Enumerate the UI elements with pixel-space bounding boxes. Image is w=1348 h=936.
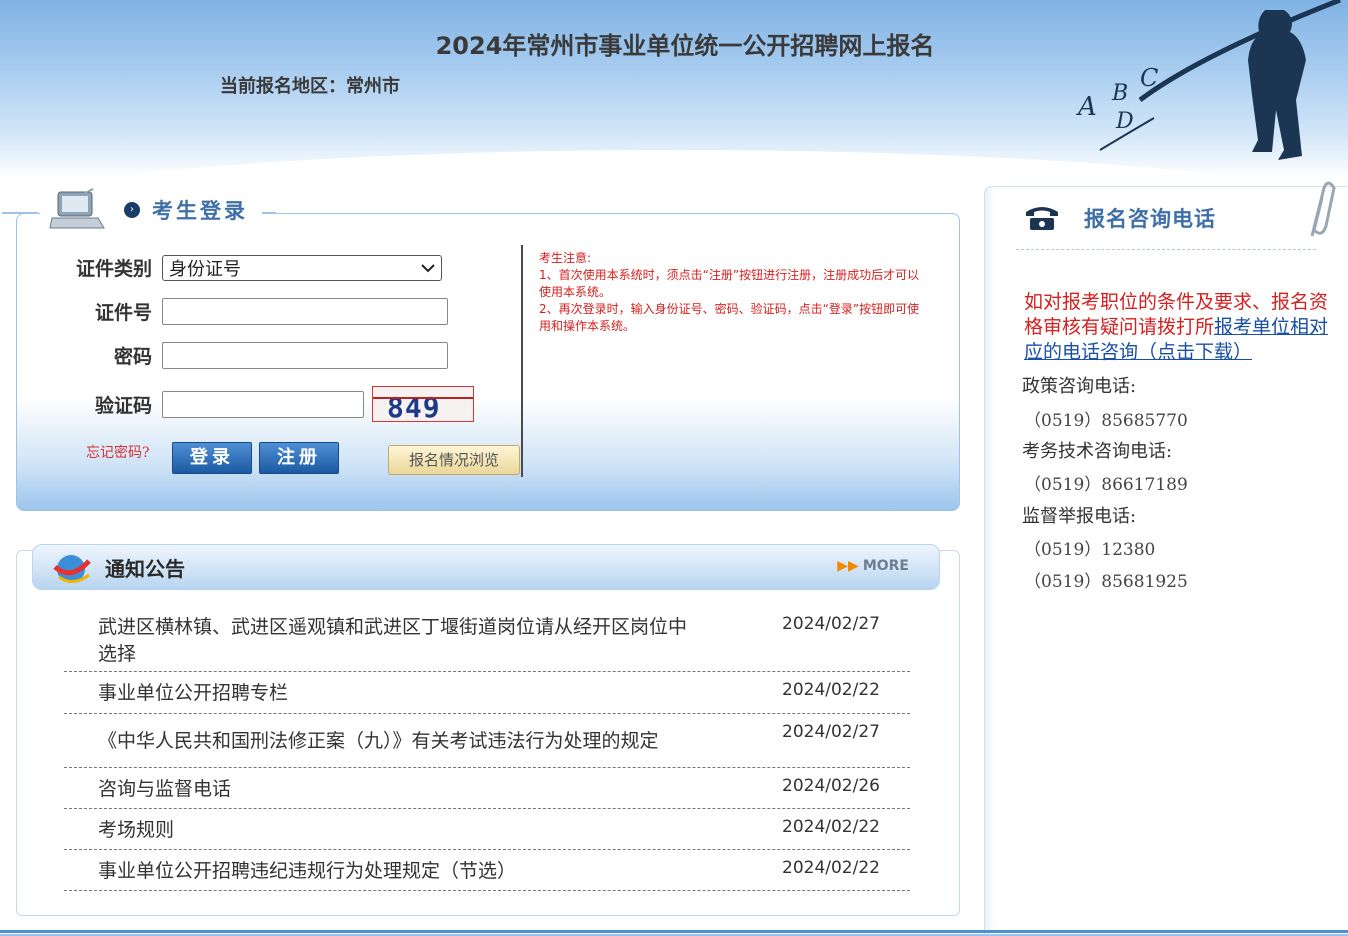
news-item-date: 2024/02/22: [782, 680, 880, 700]
footer-rule: [0, 930, 1348, 933]
id-type-label: 证件类别: [75, 258, 152, 280]
heading-bullet-icon: ›: [124, 202, 140, 218]
page-header: 2024年常州市事业单位统一公开招聘网上报名 当前报名地区：常州市 A B C …: [0, 0, 1348, 178]
captcha-noise-line: [373, 397, 473, 399]
news-item[interactable]: 事业单位公开招聘违纪违规行为处理规定（节选） 2024/02/22: [64, 850, 910, 891]
id-number-row: 证件号: [60, 298, 448, 325]
news-item[interactable]: 《中华人民共和国刑法修正案（九）》有关考试违法行为处理的规定 2024/02/2…: [64, 714, 910, 768]
news-item[interactable]: 考场规则 2024/02/22: [64, 809, 910, 850]
id-type-value: 身份证号: [169, 258, 241, 280]
notice-title: 考生注意:: [539, 251, 592, 265]
news-item-title[interactable]: 武进区横林镇、武进区遥观镇和武进区丁堰街道岗位请从经开区岗位中选择: [98, 614, 698, 668]
telephone-icon: [1026, 207, 1058, 230]
heading-rule-left: [2, 212, 38, 214]
more-label: MORE: [862, 558, 909, 574]
abc-figure-illustration: A B C D: [1076, 0, 1341, 160]
captcha-image[interactable]: 849: [372, 386, 474, 422]
consult-separator: [1016, 249, 1316, 250]
more-link[interactable]: ▶▶ MORE: [837, 558, 909, 574]
captcha-digits: 849: [387, 391, 441, 422]
id-type-row: 证件类别 身份证号: [60, 254, 442, 281]
paperclip-icon: [1310, 181, 1336, 237]
login-heading-title: 考生登录: [152, 198, 248, 223]
login-notice: 考生注意: 1、首次使用本系统时，须点击“注册”按钮进行注册，注册成功后才可以使…: [539, 250, 923, 335]
art-letter-c: C: [1140, 64, 1158, 92]
art-letter-d: D: [1115, 109, 1134, 134]
globe-icon: [53, 555, 91, 583]
login-button[interactable]: 登录: [172, 442, 252, 474]
heading-rule-right: [262, 212, 276, 214]
password-row: 密码: [60, 342, 448, 369]
chevron-down-icon: [421, 263, 435, 272]
news-list: 武进区横林镇、武进区遥观镇和武进区丁堰街道岗位请从经开区岗位中选择 2024/0…: [64, 608, 910, 891]
supervise-phone-number-1: （0519）12380: [1024, 540, 1156, 560]
news-item-title[interactable]: 咨询与监督电话: [98, 776, 698, 803]
news-item-date: 2024/02/27: [782, 722, 880, 742]
news-header: 通知公告 ▶▶ MORE: [32, 544, 940, 590]
supervise-phone-number-2: （0519）85681925: [1024, 572, 1188, 592]
id-number-label: 证件号: [94, 302, 152, 324]
policy-phone-number: （0519）85685770: [1024, 411, 1188, 431]
notice-line-2: 2、再次登录时，输入身份证号、密码、验证码，点击“登录”按钮即可使用和操作本系统…: [539, 302, 920, 333]
id-type-select[interactable]: 身份证号: [162, 254, 442, 281]
news-item-title[interactable]: 事业单位公开招聘违纪违规行为处理规定（节选）: [98, 858, 698, 885]
supervise-phone-label: 监督举报电话:: [1022, 506, 1137, 527]
forgot-password-link[interactable]: 忘记密码?: [86, 442, 150, 462]
consult-text: 如对报考职位的条件及要求、报名资格审核有疑问请拨打所报考单位相对应的电话咨询（点…: [1024, 290, 1330, 365]
news-item-title[interactable]: 考场规则: [98, 817, 698, 844]
register-button[interactable]: 注册: [259, 442, 339, 474]
captcha-input[interactable]: [162, 390, 364, 418]
news-item[interactable]: 事业单位公开招聘专栏 2024/02/22: [64, 672, 910, 714]
news-item-date: 2024/02/26: [782, 776, 880, 796]
login-divider: [521, 245, 523, 477]
news-title: 通知公告: [105, 556, 185, 581]
news-item-title[interactable]: 事业单位公开招聘专栏: [98, 680, 698, 707]
notice-line-1: 1、首次使用本系统时，须点击“注册”按钮进行注册，注册成功后才可以使用本系统。: [539, 268, 920, 299]
news-item-title[interactable]: 《中华人民共和国刑法修正案（九）》有关考试违法行为处理的规定: [98, 728, 698, 755]
art-letter-a: A: [1076, 92, 1097, 122]
news-item[interactable]: 武进区横林镇、武进区遥观镇和武进区丁堰街道岗位请从经开区岗位中选择 2024/0…: [64, 608, 910, 672]
password-input[interactable]: [162, 342, 448, 369]
current-region: 当前报名地区：常州市: [220, 76, 400, 97]
art-letter-b: B: [1111, 81, 1128, 106]
id-number-input[interactable]: [162, 298, 448, 325]
browse-registration-button[interactable]: 报名情况浏览: [388, 445, 520, 475]
news-item-date: 2024/02/27: [782, 614, 880, 634]
news-item[interactable]: 咨询与监督电话 2024/02/26: [64, 768, 910, 809]
password-label: 密码: [113, 346, 152, 368]
policy-phone-label: 政策咨询电话:: [1022, 376, 1137, 397]
captcha-label: 验证码: [94, 394, 152, 417]
news-item-date: 2024/02/22: [782, 858, 880, 878]
tech-phone-label: 考务技术咨询电话:: [1022, 441, 1173, 462]
consult-title: 报名咨询电话: [1084, 206, 1216, 231]
double-arrow-icon: ▶▶: [837, 558, 859, 574]
login-heading: › 考生登录: [2, 184, 276, 236]
computer-icon: [49, 188, 105, 229]
consult-heading: 报名咨询电话: [1024, 203, 1216, 233]
tech-phone-number: （0519）86617189: [1024, 475, 1188, 495]
captcha-row: 验证码 849: [60, 386, 474, 422]
news-item-date: 2024/02/22: [782, 817, 880, 837]
